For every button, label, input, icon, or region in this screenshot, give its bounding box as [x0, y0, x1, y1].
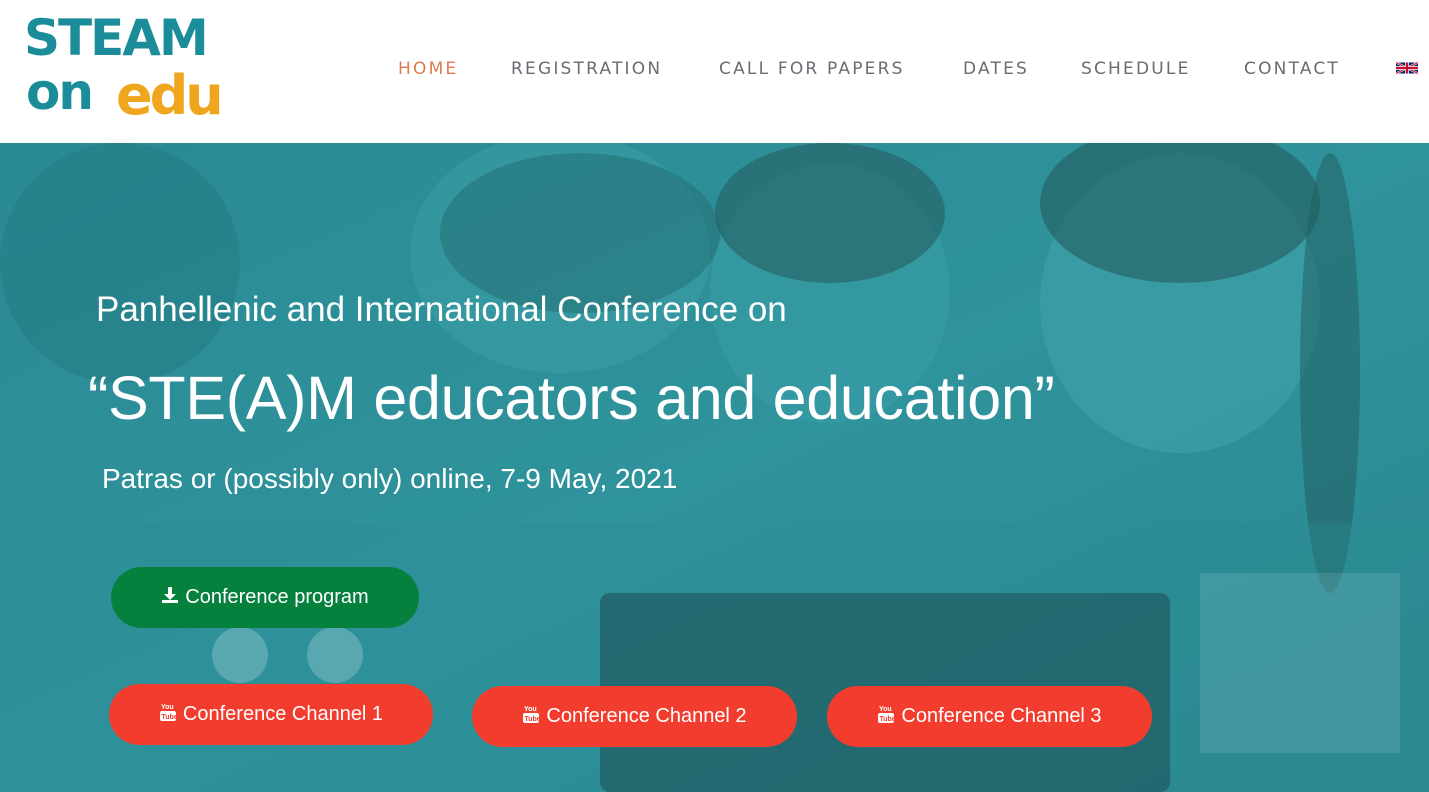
download-icon: [161, 586, 179, 610]
youtube-icon: You Tube: [159, 702, 178, 728]
youtube-icon: You Tube: [522, 704, 541, 730]
svg-text:Tube: Tube: [880, 716, 896, 723]
conference-channel-2-button[interactable]: You Tube Conference Channel 2: [472, 686, 797, 747]
conference-program-button[interactable]: Conference program: [111, 567, 419, 628]
youtube-icon: You Tube: [877, 704, 896, 730]
main-nav: HOME REGISTRATION CALL FOR PAPERS DATES …: [0, 55, 1429, 83]
hero-date-line: Patras or (possibly only) online, 7-9 Ma…: [102, 463, 678, 494]
conference-program-label: Conference program: [185, 586, 369, 608]
nav-item-call-for-papers[interactable]: CALL FOR PAPERS: [719, 55, 905, 83]
nav-item-home[interactable]: HOME: [398, 55, 458, 83]
hero-title: “STE(A)M educators and education”: [88, 364, 1055, 432]
nav-item-registration[interactable]: REGISTRATION: [511, 55, 662, 83]
conference-channel-2-label: Conference Channel 2: [546, 705, 747, 727]
svg-text:Tube: Tube: [525, 716, 541, 723]
svg-text:You: You: [161, 704, 174, 711]
hero-banner: Panhellenic and International Conference…: [0, 143, 1429, 792]
conference-channel-3-button[interactable]: You Tube Conference Channel 3: [827, 686, 1152, 747]
nav-item-contact[interactable]: CONTACT: [1244, 55, 1340, 83]
conference-channel-1-button[interactable]: You Tube Conference Channel 1: [109, 684, 433, 745]
uk-flag-icon[interactable]: [1396, 61, 1418, 75]
svg-text:Tube: Tube: [161, 714, 177, 721]
conference-channel-3-label: Conference Channel 3: [901, 705, 1102, 727]
hero-subtitle: Panhellenic and International Conference…: [96, 290, 787, 329]
site-header: STEAM on edu HOME REGISTRATION CALL FOR …: [0, 0, 1429, 143]
svg-text:You: You: [524, 706, 537, 713]
nav-item-dates[interactable]: DATES: [963, 55, 1029, 83]
svg-text:You: You: [879, 706, 892, 713]
conference-channel-1-label: Conference Channel 1: [182, 703, 384, 725]
nav-item-schedule[interactable]: SCHEDULE: [1081, 55, 1191, 83]
